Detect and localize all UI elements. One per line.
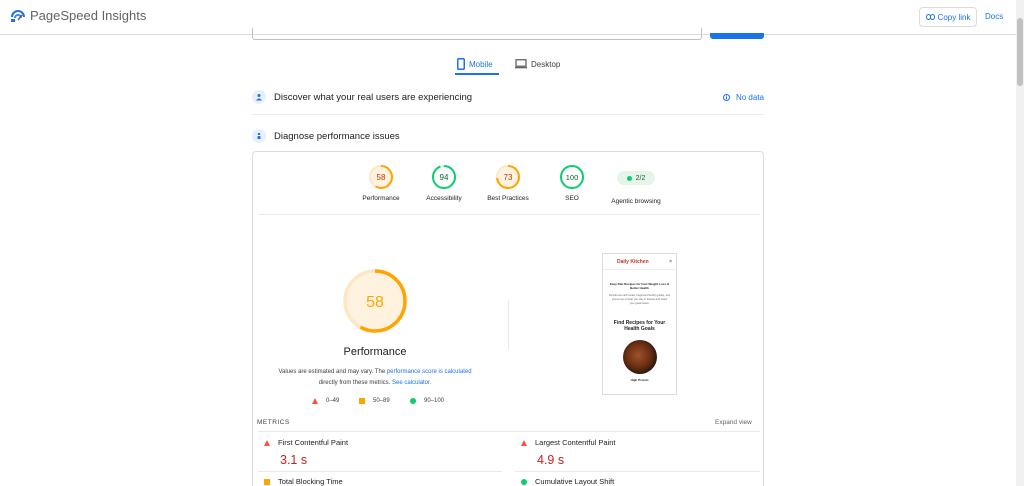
screenshot-site-name: Daily Kitchen <box>617 258 649 265</box>
pagespeed-logo-icon[interactable] <box>10 8 26 24</box>
discover-title: Discover what your real users are experi… <box>274 91 473 103</box>
legend-range: 50–89 <box>373 398 390 404</box>
tab-desktop[interactable]: Desktop <box>515 55 560 73</box>
category-label: Best Practices <box>487 195 529 202</box>
svg-text:58: 58 <box>366 294 384 311</box>
triangle-icon <box>264 439 270 446</box>
square-icon <box>264 478 270 485</box>
metrics-divider <box>258 431 760 432</box>
screenshot-caption: High Protein <box>630 378 649 382</box>
page-screenshot[interactable]: Daily Kitchen × Easy Diet Recipes for Fa… <box>602 253 677 395</box>
smartphone-icon <box>457 58 465 70</box>
close-icon: × <box>669 258 672 265</box>
see-calculator-link[interactable]: See calculator. <box>392 380 431 386</box>
scrollbar-thumb[interactable] <box>1017 18 1023 86</box>
svg-text:58: 58 <box>377 173 386 182</box>
metric-name: Largest Contentful Paint <box>535 438 616 447</box>
score-calc-link[interactable]: performance score is calculated <box>387 369 472 375</box>
metric-name: Total Blocking Time <box>278 477 343 486</box>
metric-name: Cumulative Layout Shift <box>535 477 615 486</box>
category-label: Accessibility <box>426 195 462 202</box>
card-divider <box>258 214 760 215</box>
diagnose-title: Diagnose performance issues <box>274 130 400 142</box>
category-best-practices[interactable]: 73 Best Practices <box>478 164 538 202</box>
metric-cls: Cumulative Layout Shift <box>521 477 767 486</box>
circle-icon <box>410 398 416 404</box>
gauge-performance: 58 <box>369 165 393 189</box>
screenshot-section-title: Find Recipes for Your Health Goals <box>613 320 666 332</box>
gauge-seo: 100 <box>560 165 584 189</box>
metric-row-divider <box>258 471 502 472</box>
agentic-score: 2/2 <box>635 174 646 182</box>
metrics-heading: METRICS <box>257 419 290 426</box>
tab-desktop-label: Desktop <box>531 59 561 69</box>
circle-icon <box>521 478 527 485</box>
svg-text:100: 100 <box>566 173 579 182</box>
gauge-best-practices: 73 <box>496 165 520 189</box>
category-label: Agentic browsing <box>611 198 661 205</box>
expand-view-toggle[interactable]: Expand view <box>715 419 752 426</box>
metric-fcp: First Contentful Paint 3.1 s <box>264 438 510 467</box>
pass-dot-icon <box>626 175 632 181</box>
legend-average: 50–89 <box>359 398 390 404</box>
lighthouse-icon <box>252 129 266 143</box>
screenshot-headline: Easy Diet Recipes for Fast Weight Loss &… <box>609 282 670 290</box>
legend-pass: 90–100 <box>410 398 444 404</box>
category-accessibility[interactable]: 94 Accessibility <box>414 164 474 202</box>
metric-name: First Contentful Paint <box>278 438 349 447</box>
metric-value: 3.1 s <box>280 453 308 467</box>
screenshot-header: Daily Kitchen × <box>603 254 676 270</box>
triangle-icon <box>521 439 527 446</box>
discover-section[interactable]: Discover what your real users are experi… <box>252 87 764 107</box>
brand-title[interactable]: PageSpeed Insights <box>30 8 146 23</box>
tab-mobile[interactable]: Mobile <box>457 55 493 73</box>
legend-range: 90–100 <box>424 398 445 404</box>
copy-link-label: Copy link <box>937 12 971 22</box>
legend-range: 0–49 <box>326 398 340 404</box>
diagnose-section: Diagnose performance issues <box>252 127 764 145</box>
category-label: Performance <box>362 195 400 202</box>
agentic-badge: 2/2 <box>617 171 655 185</box>
performance-note: Values are estimated and may vary. The p… <box>278 369 472 386</box>
no-data-label: No data <box>735 92 764 102</box>
link-icon <box>925 14 935 20</box>
vertical-separator <box>508 300 509 350</box>
category-agentic-browsing[interactable]: 2/2 Agentic browsing <box>606 164 666 205</box>
copy-link-button[interactable]: Copy link <box>919 7 977 27</box>
performance-title: Performance <box>343 346 407 358</box>
analyze-button[interactable] <box>710 33 764 39</box>
tab-mobile-label: Mobile <box>469 59 493 69</box>
metric-tbt: Total Blocking Time <box>264 477 510 486</box>
square-icon <box>359 398 365 404</box>
legend-fail: 0–49 <box>312 398 339 404</box>
category-label: SEO <box>565 195 579 202</box>
url-input[interactable] <box>252 28 702 40</box>
docs-link[interactable]: Docs <box>985 12 1003 21</box>
food-image <box>622 340 657 374</box>
metric-lcp: Largest Contentful Paint 4.9 s <box>521 438 767 467</box>
metric-value: 4.9 s <box>537 453 565 467</box>
metric-row-divider <box>515 471 760 472</box>
screenshot-subtext: Simple low-carb meals, beginner-friendly… <box>609 294 670 305</box>
active-tab-indicator <box>455 73 499 75</box>
no-data-status[interactable]: No data <box>722 92 764 102</box>
svg-text:94: 94 <box>440 173 449 182</box>
category-seo[interactable]: 100 SEO <box>542 164 602 202</box>
category-performance[interactable]: 58 Performance <box>351 164 411 202</box>
gauge-accessibility: 94 <box>432 165 456 189</box>
section-divider <box>252 114 764 115</box>
people-icon <box>252 90 266 104</box>
performance-gauge: 58 <box>343 269 407 333</box>
triangle-icon <box>312 398 318 404</box>
info-icon <box>722 93 730 101</box>
svg-text:73: 73 <box>504 173 513 182</box>
monitor-icon <box>515 59 527 69</box>
